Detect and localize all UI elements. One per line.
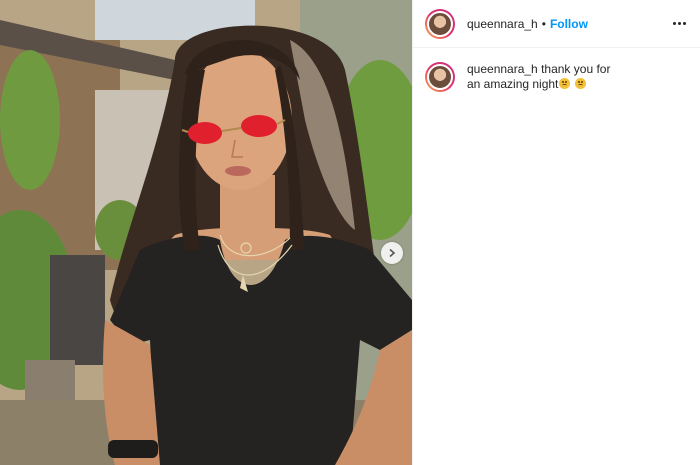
instagram-post: queennara_h • Follow queennara_h thank y… (0, 0, 700, 465)
more-options-icon[interactable] (669, 18, 690, 29)
pleading-face-emoji-icon (574, 78, 586, 89)
post-photo[interactable] (0, 0, 412, 465)
more-dot (683, 22, 686, 25)
caption-text-block: queennara_h thank you for an amazing nig… (467, 62, 617, 92)
caption-username[interactable]: queennara_h (467, 62, 538, 76)
next-photo-button[interactable] (381, 242, 403, 264)
post-caption: queennara_h thank you for an amazing nig… (413, 48, 700, 92)
avatar-image (427, 64, 453, 90)
post-author-username[interactable]: queennara_h (467, 17, 538, 31)
chevron-right-icon (389, 248, 396, 258)
post-header: queennara_h • Follow (413, 0, 700, 48)
follow-button[interactable]: Follow (550, 17, 588, 31)
caption-avatar[interactable] (425, 62, 455, 92)
pleading-face-emoji-icon (559, 78, 571, 89)
post-photo-illustration (0, 0, 412, 465)
post-side-panel: queennara_h • Follow queennara_h thank y… (412, 0, 700, 465)
separator-dot: • (541, 16, 546, 31)
avatar[interactable] (425, 8, 455, 39)
more-dot (678, 22, 681, 25)
avatar-image (427, 10, 453, 37)
more-dot (673, 22, 676, 25)
